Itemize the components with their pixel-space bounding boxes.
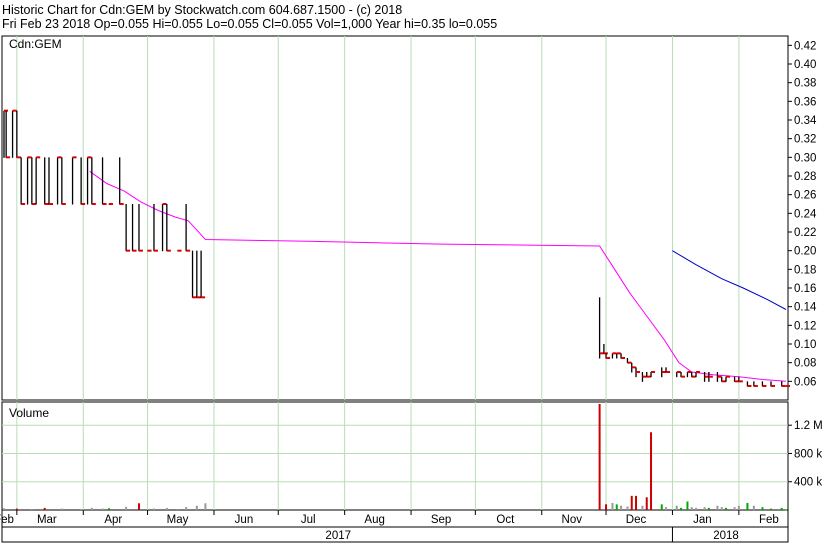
volume-bar [152,508,155,510]
volume-bar [43,507,46,510]
price-tick-label: 0.06 [794,376,816,388]
price-tick-label: 0.38 [794,78,816,90]
volume-bar [716,505,719,510]
price-bar [146,249,152,252]
price-tick-label: 0.12 [794,320,816,332]
price-tick-label: 0.28 [794,171,816,183]
volume-bar [185,507,188,510]
volume-panel [1,401,789,511]
header-line-1: Historic Chart for Cdn:GEM by Stockwatch… [2,3,402,17]
volume-bar [30,508,33,510]
volume-bar [675,505,678,510]
volume-bar [737,505,740,510]
price-bar [176,249,182,252]
price-tick-label: 0.42 [794,40,816,52]
volume-bar [615,504,618,510]
volume-bar [660,504,663,510]
volume-bar [626,506,629,510]
volume-bar [165,507,168,510]
price-tick-label: 0.32 [794,134,816,146]
price-tick-label: 0.18 [794,264,816,276]
volume-bar [3,508,5,510]
price-tick-label: 0.10 [794,339,816,351]
stock-chart: Historic Chart for Cdn:GEM by Stockwatch… [0,3,823,543]
volume-bar [176,508,179,510]
volume-bar [605,504,608,510]
volume-bar [780,507,783,510]
price-panel [1,35,789,401]
volume-bar [645,497,648,510]
volume-tick-label: 400 k [794,477,822,489]
month-label: Aug [364,514,384,526]
volume-bar [641,505,644,510]
volume-bar [611,502,614,510]
volume-bar [703,507,706,510]
month-label: Dec [626,514,647,526]
price-tick-label: 0.36 [794,96,816,108]
volume-bar [204,503,207,510]
symbol-label: Cdn:GEM [9,37,62,51]
month-label: Jan [693,514,712,526]
volume-bar [80,508,83,510]
volume-bar [101,508,104,510]
volume-tick-label: 800 k [794,448,822,460]
header-line-2: Fri Feb 23 2018 Op=0.055 Hi=0.055 Lo=0.0… [2,17,497,31]
price-tick-label: 0.14 [794,302,817,314]
volume-bar [630,495,633,510]
price-tick-label: 0.16 [794,283,816,295]
volume-bar [665,507,668,510]
volume-bar [195,505,198,510]
volume-bar [125,506,128,510]
volume-bar [690,507,693,510]
month-label: Feb [759,514,779,526]
price-tick-label: 0.08 [794,358,816,370]
price-tick-label: 0.40 [794,59,816,71]
volume-bar [635,495,638,510]
month-label: Oct [496,514,515,526]
volume-bar [107,508,110,510]
volume-bar [752,505,755,510]
month-label: Mar [37,514,57,526]
volume-bar [598,404,601,510]
price-tick-label: 0.24 [794,208,817,220]
price-tick-label: 0.34 [794,115,817,127]
year-axis-band [1,526,789,543]
month-label: Jul [301,514,316,526]
year-label: 2018 [713,530,739,542]
volume-bar [650,432,653,510]
volume-bar [707,507,710,510]
volume-bar [725,507,728,510]
month-label: Apr [104,514,122,526]
month-label: Nov [562,514,583,526]
price-tick-label: 0.22 [794,227,816,239]
price-bar [108,203,113,205]
month-label: Jun [235,514,254,526]
volume-bar [620,505,623,510]
price-tick-label: 0.30 [794,152,816,164]
volume-bar [686,501,689,510]
volume-bar [746,502,749,510]
year-label: 2017 [325,530,351,542]
price-bar [785,385,790,387]
volume-title: Volume [9,406,49,420]
volume-bar [680,507,683,510]
volume-bar [761,507,764,510]
month-label: May [167,514,189,526]
volume-bar [785,509,787,511]
price-tick-label: 0.26 [794,190,816,202]
volume-bar [720,507,723,510]
volume-bar [695,507,698,510]
volume-bar [770,508,773,510]
volume-tick-label: 1.2 M [794,420,823,432]
volume-bar [15,508,18,510]
volume-bar [137,503,140,510]
volume-bar [60,508,63,510]
volume-bar [90,507,93,510]
price-tick-label: 0.20 [794,246,816,258]
month-label: Feb [0,514,14,526]
volume-bar [733,507,736,510]
month-label: Sep [431,514,451,526]
